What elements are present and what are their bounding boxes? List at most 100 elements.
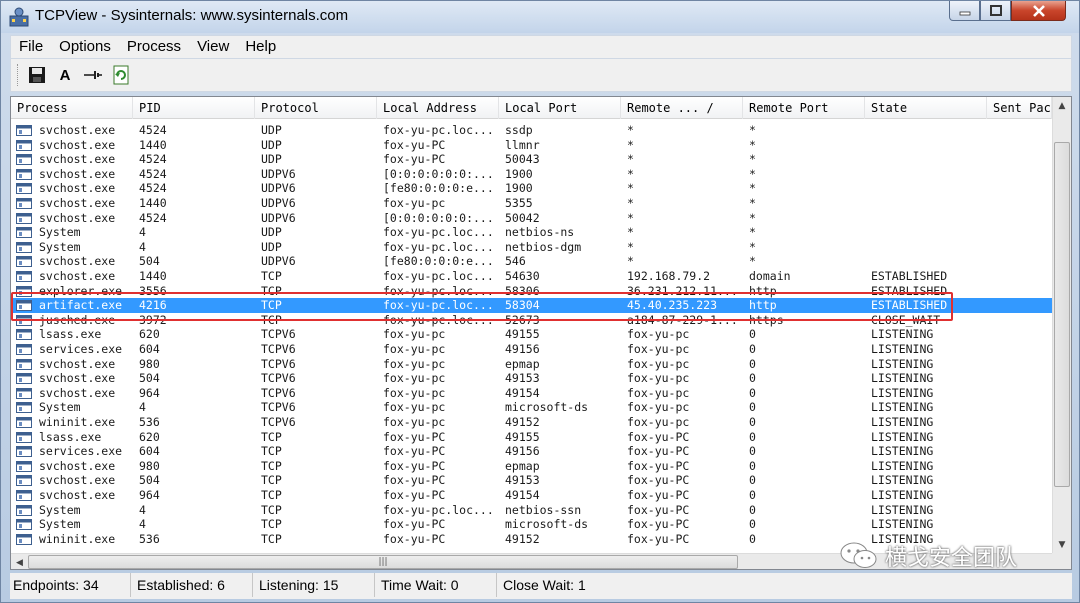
- horizontal-scroll-thumb[interactable]: |||: [28, 555, 738, 569]
- cell-state: LISTENING: [871, 488, 934, 502]
- refresh-button[interactable]: [108, 62, 134, 88]
- scroll-up-icon[interactable]: ▲: [1053, 97, 1071, 114]
- table-row[interactable]: svchost.exe 1440 TCP fox-yu-pc.loc... 54630 1…: [11, 269, 1052, 284]
- cell-local-address: fox-yu-pc.loc...: [383, 239, 494, 254]
- status-established: Established: 6: [131, 573, 253, 597]
- menu-file[interactable]: File: [11, 36, 51, 58]
- menu-process[interactable]: Process: [119, 36, 189, 58]
- cell-local-port: 54630: [505, 269, 540, 283]
- table-row[interactable]: lsass.exe 620 TCP fox-yu-PC 49155 fox-yu-PC 0 L…: [11, 430, 1052, 445]
- font-button[interactable]: A: [52, 62, 78, 88]
- cell-remote-port: 0: [749, 342, 756, 356]
- column-header-remote-port[interactable]: Remote Port: [743, 97, 865, 119]
- table-row[interactable]: services.exe 604 TCPV6 fox-yu-pc 49156 fox-yu…: [11, 342, 1052, 357]
- cell-state: LISTENING: [871, 502, 934, 517]
- cell-local-address: fox-yu-pc: [383, 327, 446, 342]
- cell-remote-port: *: [749, 225, 756, 240]
- cell-process: svchost.exe: [39, 269, 116, 283]
- table-row[interactable]: svchost.exe 504 TCP fox-yu-PC 49153 fox-yu-PC…: [11, 473, 1052, 488]
- cell-state: ESTABLISHED: [871, 269, 948, 283]
- menu-view[interactable]: View: [189, 36, 237, 58]
- table-row[interactable]: svchost.exe 964 TCP fox-yu-PC 49154 fox-yu-PC…: [11, 488, 1052, 503]
- column-header-remote-address[interactable]: Remote ... /: [621, 97, 743, 119]
- process-icon: [16, 533, 32, 545]
- cell-state: [871, 138, 987, 153]
- column-header-state[interactable]: State: [865, 97, 987, 119]
- table-row[interactable]: svchost.exe 504 UDPV6 [fe80:0:0:0:e... 546 * *: [11, 254, 1052, 269]
- resolve-addresses-button[interactable]: [80, 62, 106, 88]
- vertical-scrollbar[interactable]: ▲ ▼: [1052, 97, 1071, 553]
- status-listening: Listening: 15: [253, 573, 375, 597]
- cell-state: LISTENING: [871, 385, 934, 400]
- table-row[interactable]: svchost.exe 980 TCP fox-yu-PC epmap fox-yu-PC…: [11, 459, 1052, 474]
- close-button[interactable]: [1011, 1, 1066, 21]
- column-header-sent-packets[interactable]: Sent Pac: [987, 97, 1052, 119]
- cell-remote-port: *: [749, 239, 756, 254]
- cell-pid: 4: [139, 400, 146, 415]
- cell-protocol: UDP: [261, 239, 282, 254]
- table-row[interactable]: svchost.exe 1440 UDPV6 fox-yu-pc 5355 * *: [11, 196, 1052, 211]
- column-header-local-address[interactable]: Local Address: [377, 97, 499, 119]
- table-row[interactable]: svchost.exe 980 TCPV6 fox-yu-pc epmap fox-yu-…: [11, 357, 1052, 372]
- cell-remote-address: fox-yu-pc: [627, 385, 690, 400]
- scroll-left-icon[interactable]: ◀: [11, 554, 28, 569]
- cell-local-port: microsoft-ds: [505, 517, 589, 532]
- cell-remote-port: 0: [749, 458, 756, 473]
- cell-remote-port: *: [749, 254, 756, 269]
- cell-remote-port: *: [749, 181, 756, 196]
- table-row[interactable]: svchost.exe 4524 UDP fox-yu-PC 50043 * *: [11, 152, 1052, 167]
- cell-protocol: UDP: [261, 152, 282, 167]
- cell-state: LISTENING: [871, 458, 934, 473]
- cell-process: svchost.exe: [39, 458, 116, 473]
- table-row[interactable]: services.exe 604 TCP fox-yu-PC 49156 fox-yu-P…: [11, 444, 1052, 459]
- cell-state: [871, 211, 987, 226]
- cell-process: svchost.exe: [39, 385, 116, 400]
- cell-remote-port: *: [749, 210, 756, 225]
- table-row[interactable]: System 4 TCP fox-yu-pc.loc... netbios-ssn fox…: [11, 503, 1052, 518]
- table-row[interactable]: svchost.exe 4524 UDPV6 [0:0:0:0:0:0:... 5004…: [11, 211, 1052, 226]
- table-row[interactable]: svchost.exe 4524 UDPV6 [0:0:0:0:0:0:... 1900…: [11, 167, 1052, 182]
- cell-state: LISTENING: [871, 415, 934, 429]
- cell-protocol: TCP: [261, 458, 282, 473]
- table-row[interactable]: System 4 TCP fox-yu-PC microsoft-ds fox-yu-PC…: [11, 517, 1052, 532]
- cell-local-address: fox-yu-PC: [383, 429, 446, 444]
- table-row[interactable]: wininit.exe 536 TCPV6 fox-yu-pc 49152 fox-yu-…: [11, 415, 1052, 430]
- connections-list[interactable]: Process PID Protocol Local Address Local…: [10, 96, 1072, 570]
- cell-process: svchost.exe: [39, 371, 116, 386]
- table-row[interactable]: svchost.exe 1440 UDP fox-yu-PC llmnr * *: [11, 138, 1052, 153]
- table-row[interactable]: svchost.exe 4524 UDP fox-yu-pc.loc... ssdp * *: [11, 123, 1052, 138]
- vertical-scroll-thumb[interactable]: [1054, 142, 1070, 487]
- cell-local-address: [0:0:0:0:0:0:...: [383, 210, 494, 225]
- column-header-protocol[interactable]: Protocol: [255, 97, 377, 119]
- close-icon: [1032, 4, 1045, 17]
- toolbar-grip[interactable]: [17, 64, 20, 86]
- annotation-highlight-box: [11, 292, 953, 321]
- title-bar[interactable]: TCPView - Sysinternals: www.sysinternals…: [1, 1, 1079, 33]
- column-header-local-port[interactable]: Local Port: [499, 97, 621, 119]
- table-row[interactable]: System 4 UDP fox-yu-pc.loc... netbios-dgm * *: [11, 240, 1052, 255]
- table-row[interactable]: svchost.exe 4524 UDPV6 [fe80:0:0:0:e... 1900…: [11, 181, 1052, 196]
- minimize-button[interactable]: [949, 1, 980, 21]
- column-header-pid[interactable]: PID: [133, 97, 255, 119]
- table-row[interactable]: System 4 TCPV6 fox-yu-pc microsoft-ds fox-yu-…: [11, 400, 1052, 415]
- maximize-button[interactable]: [980, 1, 1011, 21]
- cell-state: LISTENING: [871, 400, 934, 415]
- table-row[interactable]: svchost.exe 504 TCPV6 fox-yu-pc 49153 fox-yu-…: [11, 371, 1052, 386]
- menu-help[interactable]: Help: [237, 36, 284, 58]
- menu-options[interactable]: Options: [51, 36, 119, 58]
- save-button[interactable]: [24, 62, 50, 88]
- table-row[interactable]: lsass.exe 620 TCPV6 fox-yu-pc 49155 fox-yu-pc…: [11, 327, 1052, 342]
- cell-local-port: 49156: [505, 342, 540, 356]
- table-row[interactable]: svchost.exe 964 TCPV6 fox-yu-pc 49154 fox-yu-…: [11, 386, 1052, 401]
- cell-protocol: TCP: [261, 473, 282, 488]
- cell-protocol: TCPV6: [261, 356, 296, 371]
- cell-pid: 1440: [139, 196, 167, 210]
- process-icon: [16, 198, 32, 209]
- cell-protocol: TCP: [261, 488, 282, 502]
- cell-pid: 504: [139, 371, 160, 386]
- column-header-process[interactable]: Process: [11, 97, 133, 119]
- cell-remote-address: fox-yu-pc: [627, 400, 690, 415]
- maximize-icon: [989, 5, 1002, 16]
- table-row[interactable]: System 4 UDP fox-yu-pc.loc... netbios-ns * *: [11, 225, 1052, 240]
- cell-pid: 4524: [139, 166, 167, 181]
